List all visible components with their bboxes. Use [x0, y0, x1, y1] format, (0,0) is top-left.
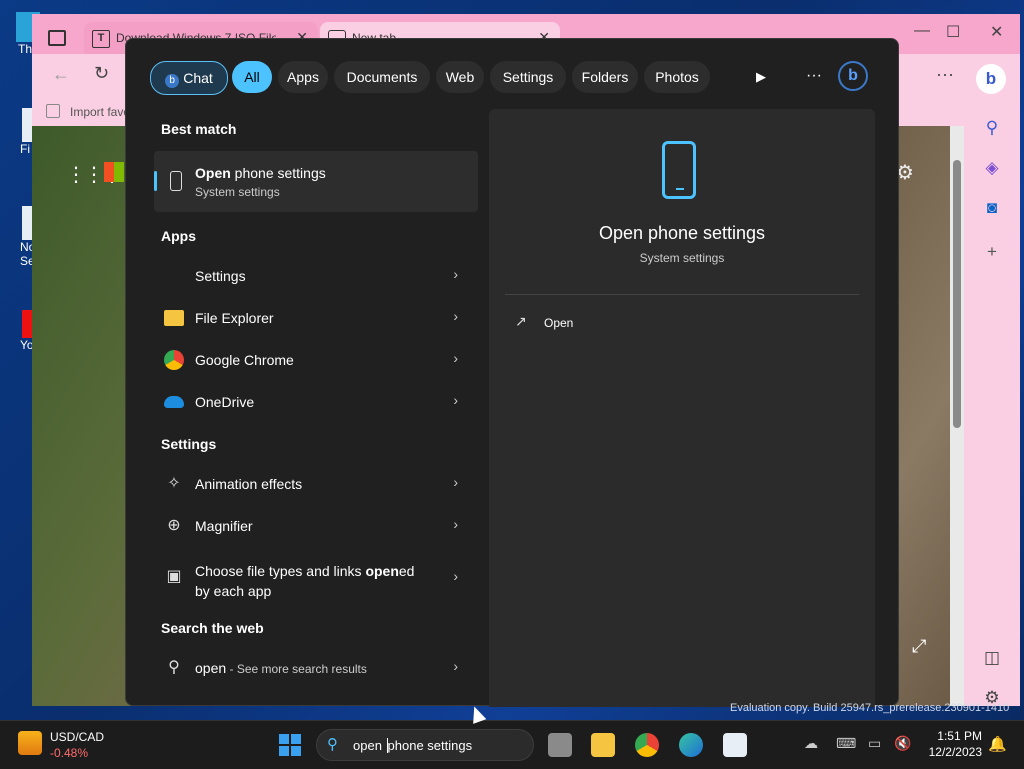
preview-pane: Open phone settings System settings ↗ Op… [489, 109, 875, 707]
sidebar-toggle-icon[interactable]: ◫ [982, 648, 1002, 668]
clock-date[interactable]: 12/2/2023 [920, 745, 982, 759]
settings-item-file-types[interactable]: ▣ Choose file types and links opened by … [154, 551, 478, 605]
more-icon[interactable]: ··· [806, 67, 822, 85]
app-item-google-chrome[interactable]: Google Chrome › [154, 340, 478, 380]
web-search-result[interactable]: ⚲ open - See more search results › [154, 648, 478, 688]
clock-time[interactable]: 1:51 PM [920, 729, 982, 743]
filter-chat[interactable]: b Chat [150, 61, 228, 95]
onedrive-offline-icon[interactable]: ☁ [804, 735, 818, 752]
best-match-header: Best match [161, 121, 237, 137]
filter-all[interactable]: All [232, 61, 272, 93]
chevron-right-icon: › [453, 392, 458, 408]
import-icon [46, 104, 60, 118]
chrome-icon[interactable] [635, 733, 659, 757]
maximize-icon[interactable]: ☐ [946, 22, 960, 42]
app-item-settings[interactable]: Settings › [154, 256, 478, 296]
settings-item-animation-effects[interactable]: ✧ Animation effects › [154, 464, 478, 504]
web-header: Search the web [161, 620, 264, 636]
scrollbar-thumb[interactable] [953, 160, 961, 428]
notification-bell-icon[interactable]: 🔔 [988, 735, 1007, 753]
windows-search-panel: b Chat All Apps Documents Web Settings Fo… [125, 38, 899, 707]
preview-title: Open phone settings [598, 223, 766, 243]
settings-item-magnifier[interactable]: ⊕ Magnifier › [154, 506, 478, 546]
edge-sidebar: b ⚲ ◈ ◙ + ◫ ⚙ [964, 58, 1020, 707]
filter-settings[interactable]: Settings [490, 61, 566, 93]
add-icon[interactable]: + [982, 242, 1002, 262]
preview-subtitle: System settings [639, 251, 725, 265]
keyboard-icon[interactable]: ⌨ [836, 735, 856, 752]
app-item-onedrive[interactable]: OneDrive › [154, 382, 478, 422]
chevron-right-icon: › [453, 568, 458, 584]
tab-actions-icon[interactable] [48, 30, 66, 46]
windows-start-icon[interactable] [279, 734, 301, 756]
cloud-icon [164, 396, 184, 408]
animation-icon: ✧ [167, 475, 181, 492]
divider [505, 294, 859, 295]
best-match-open-phone-settings[interactable]: Open phone settings System settings [154, 151, 478, 212]
chevron-right-icon: › [453, 474, 458, 490]
bing-icon: b [165, 74, 180, 88]
open-action[interactable]: ↗ Open [515, 313, 665, 335]
filter-photos[interactable]: Photos [644, 61, 710, 93]
taskbar: USD/CAD -0.48% ⚲ open phone settings ☁ ⌨… [0, 720, 1024, 769]
search-icon[interactable]: ⚲ [982, 118, 1002, 138]
search-icon: ⚲ [168, 659, 180, 676]
minimize-icon[interactable]: — [914, 22, 930, 40]
chevron-right-icon: › [453, 266, 458, 282]
expand-icon[interactable]: ⤢ [912, 636, 926, 657]
taskbar-search-box[interactable]: ⚲ open phone settings [316, 729, 534, 761]
chevron-right-icon: › [453, 350, 458, 366]
file-types-icon: ▣ [166, 568, 182, 585]
task-view-icon[interactable] [548, 733, 572, 757]
file-explorer-icon[interactable] [591, 733, 615, 757]
evaluation-watermark: Evaluation copy. Build 25947.rs_prerelea… [730, 702, 1010, 714]
outlook-icon[interactable]: ◙ [982, 198, 1002, 218]
search-icon: ⚲ [327, 736, 338, 753]
selection-indicator [154, 171, 157, 191]
edge-icon[interactable] [679, 733, 703, 757]
settings-header: Settings [161, 436, 217, 452]
more-options-icon[interactable]: ··· [936, 64, 954, 85]
app-item-file-explorer[interactable]: File Explorer › [154, 298, 478, 338]
apps-header: Apps [161, 228, 196, 244]
volume-muted-icon[interactable]: 🔇 [894, 735, 911, 752]
refresh-icon[interactable]: ↻ [94, 63, 109, 84]
filter-apps[interactable]: Apps [278, 61, 328, 93]
phone-icon [170, 171, 182, 191]
chevron-right-icon: › [453, 658, 458, 674]
widget-value: -0.48% [50, 746, 89, 760]
network-icon[interactable]: ▭ [868, 735, 881, 752]
filter-web[interactable]: Web [436, 61, 484, 93]
play-icon[interactable]: ▶ [756, 69, 766, 85]
bing-chat-icon[interactable]: b [838, 61, 868, 91]
app-icon[interactable] [723, 733, 747, 757]
widget-label[interactable]: USD/CAD [50, 730, 104, 744]
copilot-icon[interactable]: ◈ [982, 158, 1002, 178]
it-icon: T [92, 30, 110, 48]
scrollbar[interactable] [950, 126, 964, 706]
open-external-icon: ↗ [515, 313, 527, 329]
microsoft-logo-icon [104, 162, 124, 182]
phone-large-icon [662, 141, 696, 199]
filter-documents[interactable]: Documents [334, 61, 430, 93]
folder-icon [164, 310, 184, 326]
gear-icon [164, 266, 184, 286]
bing-copilot-icon[interactable]: b [976, 64, 1006, 94]
currency-widget-icon[interactable] [18, 731, 42, 755]
magnifier-icon: ⊕ [167, 517, 181, 534]
back-icon[interactable]: ← [52, 64, 70, 85]
search-query: open phone settings [353, 738, 473, 753]
chevron-right-icon: › [453, 308, 458, 324]
filter-folders[interactable]: Folders [572, 61, 638, 93]
chrome-icon [164, 350, 184, 370]
close-window-icon[interactable]: ✕ [990, 22, 1003, 42]
chevron-right-icon: › [453, 516, 458, 532]
